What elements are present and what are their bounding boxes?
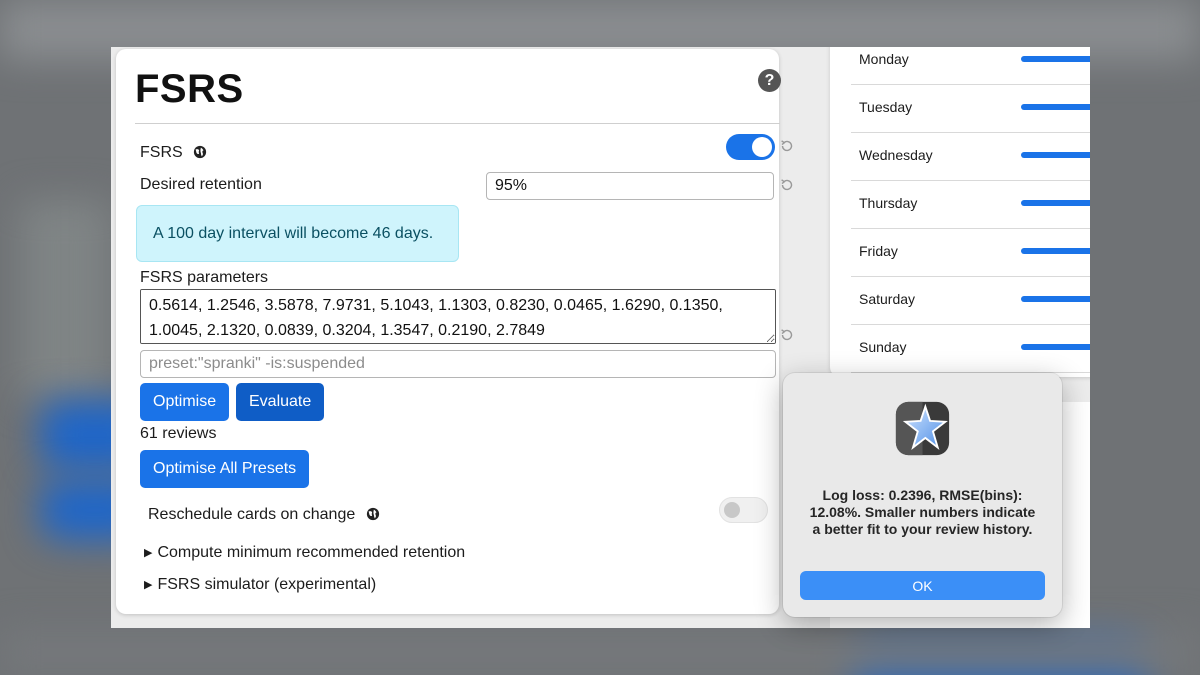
reviews-count: 61 reviews [140,425,217,442]
weekday-bar [1021,248,1090,254]
weekday-row: Saturday [851,277,1090,325]
desired-retention-label: Desired retention [140,176,262,193]
weekday-label: Saturday [859,291,916,307]
toggle-knob [752,137,772,157]
search-query-input[interactable] [140,350,776,378]
dialog-message: Log loss: 0.2396, RMSE(bins): 12.08%. Sm… [809,487,1036,537]
simulator-disclosure[interactable]: ▶ FSRS simulator (experimental) [144,576,376,594]
weekday-label: Friday [859,243,898,259]
fsrs-parameters-label: FSRS parameters [140,269,269,286]
weekday-label: Thursday [859,195,918,211]
globe-icon[interactable] [366,507,380,521]
disclosure-triangle-icon: ▶ [144,579,153,591]
weekday-label: Tuesday [859,99,913,115]
weekday-bar [1021,56,1090,62]
weekday-bar [1021,104,1090,110]
weekday-row: Wednesday [851,133,1090,181]
reschedule-label-text: Reschedule cards on change [148,506,356,523]
weekday-card: Monday Tuesday Wednesday Thursday Friday… [830,47,1090,377]
fsrs-toggle-label: FSRS [140,144,207,162]
weekday-row: Tuesday [851,85,1090,133]
disclosure-label: Compute minimum recommended retention [157,544,466,561]
compute-retention-disclosure[interactable]: ▶ Compute minimum recommended retention [144,544,465,562]
weekday-row: Thursday [851,181,1090,229]
weekday-row: Monday [851,47,1090,85]
page-title: FSRS [135,67,244,111]
optimise-all-presets-button[interactable]: Optimise All Presets [140,450,310,488]
help-icon[interactable]: ? [758,69,781,92]
background-blur-bottom [0,630,1200,675]
reset-icon[interactable] [779,327,795,343]
reschedule-toggle[interactable] [719,497,768,523]
globe-icon[interactable] [193,145,207,159]
optimise-button[interactable]: Optimise [140,383,230,421]
alert-dialog: Log loss: 0.2396, RMSE(bins): 12.08%. Sm… [783,373,1062,617]
weekday-bar [1021,344,1090,350]
reset-icon[interactable] [779,177,795,193]
toggle-knob [724,502,740,518]
disclosure-label: FSRS simulator (experimental) [157,576,377,593]
ok-button[interactable]: OK [800,571,1045,600]
weekday-bar [1021,296,1090,302]
fsrs-parameters-textarea[interactable]: 0.5614, 1.2546, 3.5878, 7.9731, 5.1043, … [140,289,776,344]
interval-info-box: A 100 day interval will become 46 days. [136,205,459,262]
disclosure-triangle-icon: ▶ [144,547,153,559]
desired-retention-input[interactable] [486,172,774,200]
fsrs-toggle[interactable] [726,134,775,160]
evaluate-button[interactable]: Evaluate [236,383,325,421]
anki-app-icon [895,401,950,456]
weekday-bar [1021,152,1090,158]
weekday-label: Wednesday [859,147,933,163]
background-blur-left [20,200,110,400]
title-divider [135,123,780,124]
weekday-row: Friday [851,229,1090,277]
weekday-bar [1021,200,1090,206]
reset-icon[interactable] [779,138,795,154]
weekday-label: Sunday [859,339,907,355]
weekday-label: Monday [859,51,909,67]
fsrs-panel: FSRS ? FSRS Desired retention A 100 day … [116,49,793,614]
reschedule-label: Reschedule cards on change [148,506,380,524]
weekday-row: Sunday [851,325,1090,373]
fsrs-label-text: FSRS [140,144,183,161]
